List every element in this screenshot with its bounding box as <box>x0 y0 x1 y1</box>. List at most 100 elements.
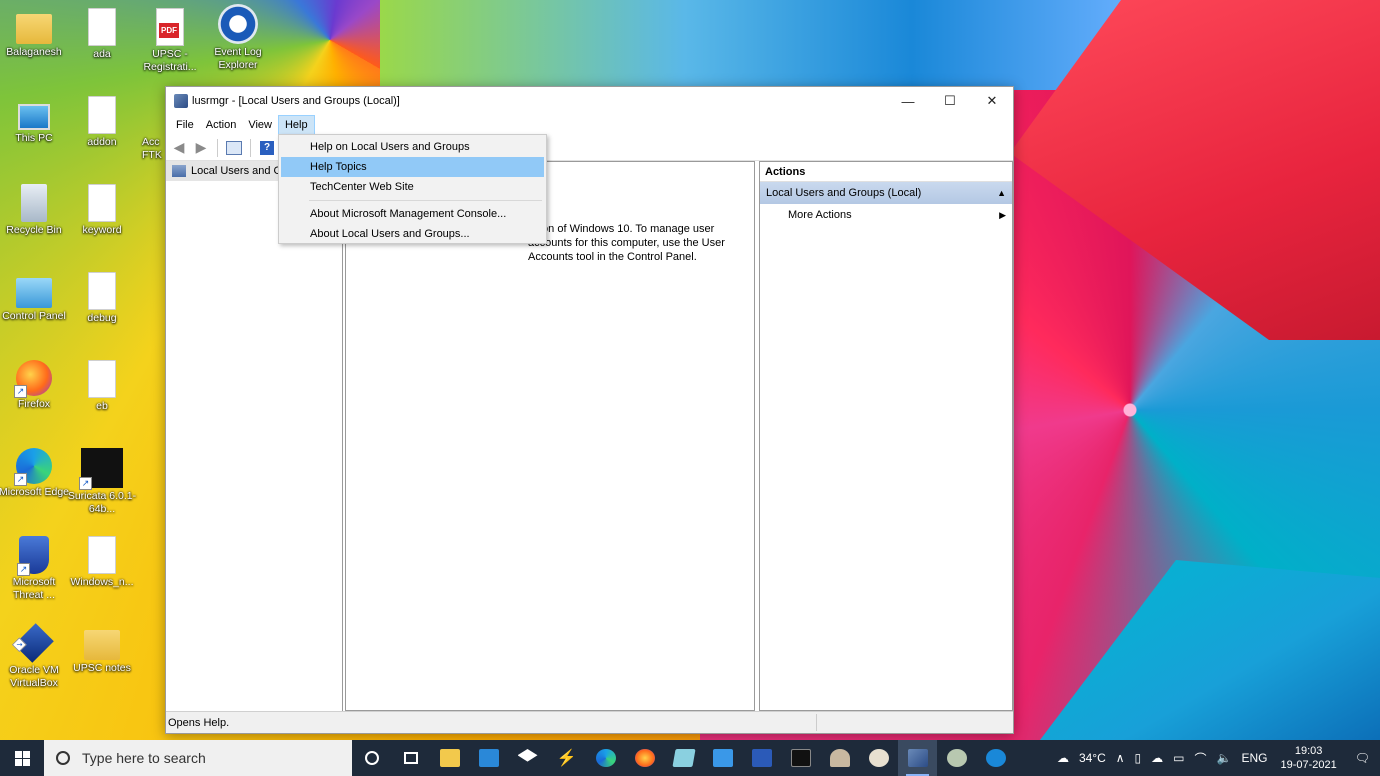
app-bolt-icon[interactable]: ⚡ <box>547 740 586 776</box>
file-icon <box>88 96 116 134</box>
desktop-icon-keyword[interactable]: keyword <box>66 184 138 237</box>
desktop-icon-upsc-notes[interactable]: UPSC notes <box>66 624 138 675</box>
app-note-icon[interactable] <box>664 740 703 776</box>
desktop-icon-user[interactable]: Balaganesh <box>0 8 70 59</box>
tree-item-label: Local Users and Gro <box>191 165 292 177</box>
clock-time: 19:03 <box>1294 745 1323 757</box>
dropbox-icon[interactable] <box>508 740 547 776</box>
file-icon <box>88 184 116 222</box>
back-arrow-icon[interactable]: ◀ <box>170 139 188 157</box>
desktop-icon-virtualbox[interactable]: Oracle VM VirtualBox <box>0 623 70 690</box>
more-actions-item[interactable]: More Actions ▶ <box>760 204 1012 226</box>
desktop-icon-ada[interactable]: ada <box>66 8 138 61</box>
control-panel-icon <box>16 278 52 308</box>
desktop-icon-windows-n[interactable]: Windows_n... <box>66 536 138 589</box>
firefox-icon <box>14 360 52 398</box>
forward-arrow-icon[interactable]: ▶ <box>192 139 210 157</box>
firefox-taskbar-icon[interactable] <box>625 740 664 776</box>
menu-item-techcenter[interactable]: TechCenter Web Site <box>281 177 544 197</box>
desktop-icon-addon[interactable]: addon <box>66 96 138 149</box>
battery-icon[interactable]: ▭ <box>1168 751 1189 765</box>
menu-action[interactable]: Action <box>200 116 243 134</box>
help-taskbar-icon[interactable] <box>976 740 1015 776</box>
notification-icon[interactable]: 🗨 <box>1345 751 1380 765</box>
file-explorer-icon[interactable] <box>430 740 469 776</box>
task-view-icon[interactable] <box>391 740 430 776</box>
more-actions-label: More Actions <box>788 209 852 221</box>
menu-item-help-on-local-users[interactable]: Help on Local Users and Groups <box>281 137 544 157</box>
weather-cloud-icon[interactable]: ☁ <box>1052 751 1074 765</box>
submenu-arrow-icon: ▶ <box>999 209 1006 220</box>
desktop-icon-ftk[interactable]: Acc FTK <box>134 96 164 162</box>
desktop-icon-edge[interactable]: Microsoft Edge <box>0 448 70 499</box>
start-button[interactable] <box>0 740 44 776</box>
desktop-icon-label: debug <box>87 312 117 324</box>
desktop-icon-threat[interactable]: Microsoft Threat ... <box>0 536 70 602</box>
desktop-icon-recycle-bin[interactable]: Recycle Bin <box>0 184 70 237</box>
desktop-icon-label: eb <box>96 400 108 412</box>
close-button[interactable]: ✕ <box>971 87 1013 115</box>
collapse-triangle-icon[interactable]: ▲ <box>997 188 1006 198</box>
desktop-icon-suricata[interactable]: Suricata 6.0.1-64b... <box>66 448 138 516</box>
desktop-icon-this-pc[interactable]: This PC <box>0 96 70 145</box>
desktop-icon-firefox[interactable]: Firefox <box>0 360 70 411</box>
language-indicator[interactable]: ENG <box>1236 751 1272 765</box>
mmc-taskbar-icon[interactable] <box>898 740 937 776</box>
menu-view[interactable]: View <box>242 116 278 134</box>
mail-icon[interactable] <box>469 740 508 776</box>
edge-taskbar-icon[interactable] <box>586 740 625 776</box>
actions-section-local[interactable]: Local Users and Groups (Local) ▲ <box>760 182 1012 204</box>
cortana-icon[interactable] <box>352 740 391 776</box>
console-tree-icon <box>226 140 242 155</box>
menu-file[interactable]: File <box>170 116 200 134</box>
device-icon[interactable]: ▯ <box>1130 751 1147 765</box>
event-log-icon <box>218 4 258 44</box>
chevron-up-icon[interactable]: ∧ <box>1111 751 1130 765</box>
app-paint-icon[interactable] <box>859 740 898 776</box>
desktop-icon-label: Acc FTK <box>142 136 162 161</box>
wifi-icon[interactable]: ⌒ <box>1190 750 1212 767</box>
desktop-icon-eb[interactable]: eb <box>66 360 138 413</box>
volume-icon[interactable]: 🔈 <box>1212 751 1237 765</box>
show-hide-tree-button[interactable] <box>225 139 243 157</box>
desktop-icon-label: Microsoft Threat ... <box>12 576 56 601</box>
maximize-button[interactable]: ☐ <box>929 87 971 115</box>
file-icon <box>88 536 116 574</box>
search-placeholder: Type here to search <box>82 750 206 766</box>
app-tool-icon[interactable] <box>937 740 976 776</box>
help-button[interactable]: ? <box>258 139 276 157</box>
app-monitor-icon[interactable] <box>703 740 742 776</box>
menu-help[interactable]: Help <box>277 115 315 135</box>
user-folder-icon <box>16 14 52 44</box>
taskbar-search[interactable]: Type here to search <box>44 740 352 776</box>
clock[interactable]: 19:03 19-07-2021 <box>1272 744 1344 772</box>
users-icon[interactable] <box>820 740 859 776</box>
menu-item-about-local-users[interactable]: About Local Users and Groups... <box>281 224 544 244</box>
desktop-icon-label: UPSC - Registrati... <box>143 48 197 73</box>
network-icon[interactable]: ☁ <box>1146 751 1168 765</box>
search-icon <box>56 751 70 765</box>
minimize-button[interactable]: — <box>887 87 929 115</box>
status-bar: Opens Help. <box>166 711 1013 733</box>
window-title: lusrmgr - [Local Users and Groups (Local… <box>192 95 400 107</box>
cmd-icon[interactable] <box>781 740 820 776</box>
pdf-icon <box>156 8 184 46</box>
menu-item-help-topics[interactable]: Help Topics <box>281 157 544 177</box>
title-bar: lusrmgr - [Local Users and Groups (Local… <box>166 87 1013 115</box>
desktop-icon-label: keyword <box>82 224 122 236</box>
desktop-icon-control-panel[interactable]: Control Panel <box>0 272 70 323</box>
desktop-icon-debug[interactable]: debug <box>66 272 138 325</box>
system-tray: ☁ 34°C ∧ ▯ ☁ ▭ ⌒ 🔈 ENG 19:03 19-07-2021 … <box>1052 740 1380 776</box>
file-icon <box>88 8 116 46</box>
menu-item-about-mmc[interactable]: About Microsoft Management Console... <box>281 204 544 224</box>
toolbar-separator <box>250 138 251 157</box>
word-icon[interactable] <box>742 740 781 776</box>
desktop-icon-upsc-pdf[interactable]: UPSC - Registrati... <box>134 8 206 74</box>
weather-temp[interactable]: 34°C <box>1074 751 1111 765</box>
menu-bar: File Action View Help <box>166 115 1013 135</box>
desktop-icon-label: Balaganesh <box>6 46 62 58</box>
wallpaper-bottom-right <box>1040 560 1380 740</box>
desktop-icon-label: addon <box>87 136 117 148</box>
desktop-icon-event-log[interactable]: Event Log Explorer <box>202 4 274 72</box>
file-icon <box>88 272 116 310</box>
